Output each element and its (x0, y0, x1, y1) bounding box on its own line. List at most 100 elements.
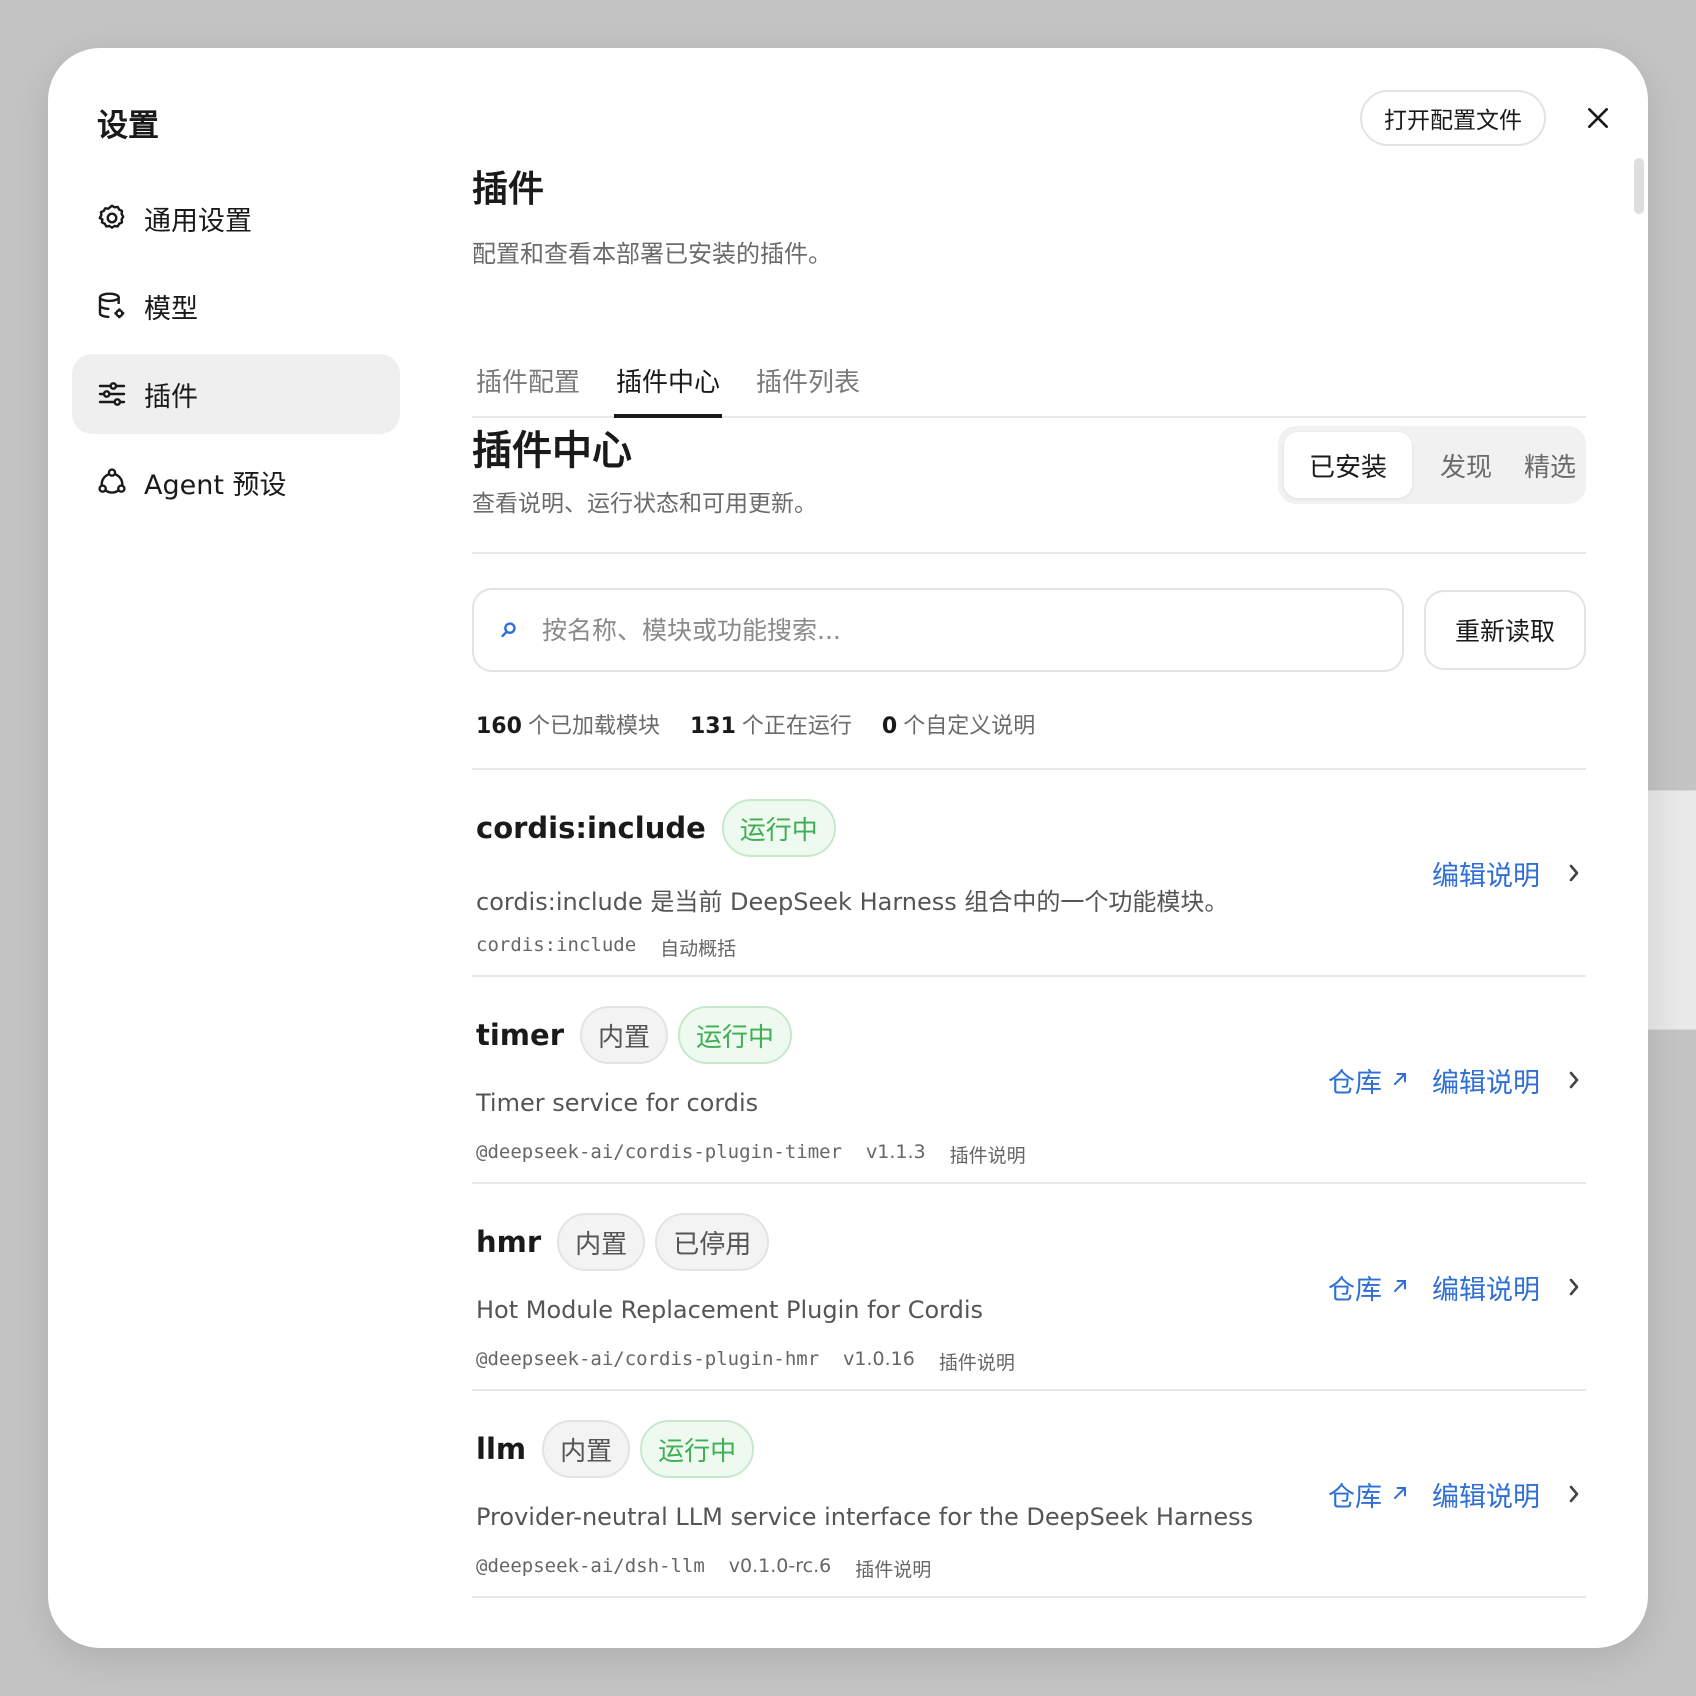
open-config-button[interactable]: 打开配置文件 (1360, 90, 1546, 146)
settings-title: 设置 (97, 108, 159, 144)
plugin-name: cordis:include (476, 811, 706, 845)
chevron-right-icon[interactable] (1562, 862, 1586, 884)
plugin-meta: @deepseek-ai/cordis-plugin-timer v1.1.3 插件… (476, 1141, 1026, 1168)
stat-label: 个已加载模块 (527, 714, 660, 739)
tab-plugin-center[interactable]: 插件中心 (614, 308, 723, 418)
repo-link-label: 仓库 (1328, 1481, 1382, 1513)
plugin-package: @deepseek-ai/cordis-plugin-timer (476, 1141, 843, 1163)
plugin-row[interactable]: cordis:include 运行中 cordis:include 是当前 De… (472, 770, 1586, 977)
search-input[interactable] (542, 615, 1362, 645)
stat-value: 0 (881, 714, 898, 739)
plugin-version: v1.1.3 (866, 1141, 926, 1163)
plugin-meta: @deepseek-ai/cordis-plugin-hmr v1.0.16 插件说… (476, 1348, 1015, 1375)
search-box[interactable] (472, 588, 1404, 672)
plugin-meta: @deepseek-ai/dsh-llm v0.1.0-rc.6 插件说明 (476, 1555, 931, 1582)
stat-running: 131 个正在运行 (690, 708, 852, 740)
sidebar-item-label: 通用设置 (144, 205, 252, 237)
settings-dialog: 设置 通用设置 模型 插件 Agent 预设 打开配置文件 插件 配置和查看本部… (48, 48, 1648, 1648)
close-button[interactable] (1578, 98, 1618, 138)
tab-bar: 插件配置 插件中心 插件列表 (472, 308, 1586, 418)
external-link-icon (1382, 1065, 1410, 1096)
status-badge-builtin: 内置 (557, 1213, 646, 1271)
page-title: 插件 (472, 169, 545, 210)
plugin-row[interactable]: hmr 内置 已停用 Hot Module Replacement Plugin … (472, 1184, 1586, 1391)
segment-discover[interactable]: 发现 (1412, 432, 1520, 498)
tab-plugin-list[interactable]: 插件列表 (754, 308, 862, 418)
plugin-row-header: timer 内置 运行中 (476, 1005, 802, 1065)
chevron-right-icon[interactable] (1562, 1276, 1586, 1298)
edit-docs-link[interactable]: 编辑说明 (1432, 1061, 1540, 1100)
plugin-row[interactable]: llm 内置 运行中 Provider-neutral LLM service i… (472, 1391, 1586, 1598)
agent-icon (94, 464, 130, 500)
plugin-doc-source: 插件说明 (938, 1352, 1015, 1374)
plugin-meta: cordis:include 自动概括 (476, 934, 736, 961)
search-icon (498, 616, 526, 644)
sidebar-item-general[interactable]: 通用设置 (72, 178, 400, 258)
stat-value: 131 (689, 714, 736, 739)
plugin-name: llm (476, 1432, 527, 1466)
status-badge-stopped: 已停用 (655, 1213, 770, 1271)
plugin-description: cordis:include 是当前 DeepSeek Harness 组合中的… (476, 888, 1229, 916)
close-icon (1588, 108, 1608, 128)
plugin-row[interactable]: timer 内置 运行中 Timer service for cordis @de… (472, 977, 1586, 1184)
plugin-actions: 编辑说明 (1410, 848, 1586, 898)
plugin-name: timer (476, 1018, 564, 1052)
sidebar: 设置 通用设置 模型 插件 Agent 预设 (48, 48, 428, 1648)
stat-custom-docs: 0 个自定义说明 (882, 708, 1035, 740)
plugin-doc-source: 自动概括 (660, 938, 737, 960)
plugin-doc-source: 插件说明 (949, 1145, 1026, 1167)
plugin-description: Hot Module Replacement Plugin for Cordis (476, 1296, 984, 1324)
edit-docs-link[interactable]: 编辑说明 (1432, 1268, 1540, 1307)
stat-value: 160 (476, 714, 522, 739)
segment-installed[interactable]: 已安装 (1284, 432, 1412, 498)
section-divider (472, 552, 1586, 554)
chevron-right-icon[interactable] (1562, 1069, 1586, 1091)
sidebar-item-label: 插件 (144, 381, 198, 413)
chevron-right-icon[interactable] (1562, 1483, 1586, 1505)
status-badge-builtin: 内置 (542, 1420, 631, 1478)
edit-docs-link[interactable]: 编辑说明 (1432, 854, 1540, 893)
repo-link[interactable]: 仓库 (1328, 1061, 1410, 1100)
plugin-package: cordis:include (476, 934, 637, 956)
segment-featured[interactable]: 精选 (1520, 432, 1580, 498)
plugin-actions: 仓库 编辑说明 (1306, 1469, 1586, 1519)
plugin-doc-source: 插件说明 (855, 1559, 932, 1581)
plugin-package: @deepseek-ai/dsh-llm (476, 1555, 705, 1577)
scrollbar-thumb[interactable] (1634, 158, 1644, 214)
database-gear-icon (94, 288, 130, 324)
repo-link[interactable]: 仓库 (1328, 1268, 1410, 1307)
status-badge-running: 运行中 (721, 799, 836, 857)
sidebar-item-label: Agent 预设 (144, 469, 287, 501)
status-badge-builtin: 内置 (580, 1006, 669, 1064)
plugin-actions: 仓库 编辑说明 (1306, 1262, 1586, 1312)
stat-label: 个正在运行 (741, 714, 852, 739)
section-description: 查看说明、运行状态和可用更新。 (472, 491, 817, 517)
edit-docs-link[interactable]: 编辑说明 (1432, 1475, 1540, 1514)
plugin-description: Timer service for cordis (476, 1089, 759, 1117)
external-link-icon (1382, 1479, 1410, 1510)
tab-plugin-config[interactable]: 插件配置 (474, 308, 582, 418)
sidebar-item-plugins[interactable]: 插件 (72, 354, 400, 434)
stat-loaded-modules: 160 个已加载模块 (476, 708, 660, 740)
status-badge-running: 运行中 (678, 1006, 793, 1064)
sidebar-item-agent-presets[interactable]: Agent 预设 (72, 442, 400, 522)
plugin-actions: 仓库 编辑说明 (1306, 1055, 1586, 1105)
repo-link-label: 仓库 (1328, 1274, 1382, 1306)
reload-button[interactable]: 重新读取 (1424, 590, 1586, 670)
plugin-description: Provider-neutral LLM service interface f… (476, 1503, 1254, 1531)
gear-icon (94, 200, 130, 236)
sidebar-item-models[interactable]: 模型 (72, 266, 400, 346)
plugin-name: hmr (476, 1225, 542, 1259)
plugin-row-header: cordis:include 运行中 (476, 798, 846, 858)
plugin-row-header: llm 内置 运行中 (476, 1419, 764, 1479)
status-badge-running: 运行中 (640, 1420, 755, 1478)
page-description: 配置和查看本部署已安装的插件。 (472, 240, 832, 268)
stats-bar: 160 个已加载模块 131 个正在运行 0 个自定义说明 (476, 708, 1035, 740)
plugin-version: v0.1.0-rc.6 (728, 1555, 832, 1577)
repo-link[interactable]: 仓库 (1328, 1475, 1410, 1514)
sidebar-nav: 通用设置 模型 插件 Agent 预设 (72, 178, 400, 530)
filter-segmented-control: 已安装 发现 精选 (1278, 426, 1586, 504)
section-title: 插件中心 (472, 428, 632, 474)
sliders-icon (94, 376, 130, 412)
external-link-icon (1382, 1272, 1410, 1303)
